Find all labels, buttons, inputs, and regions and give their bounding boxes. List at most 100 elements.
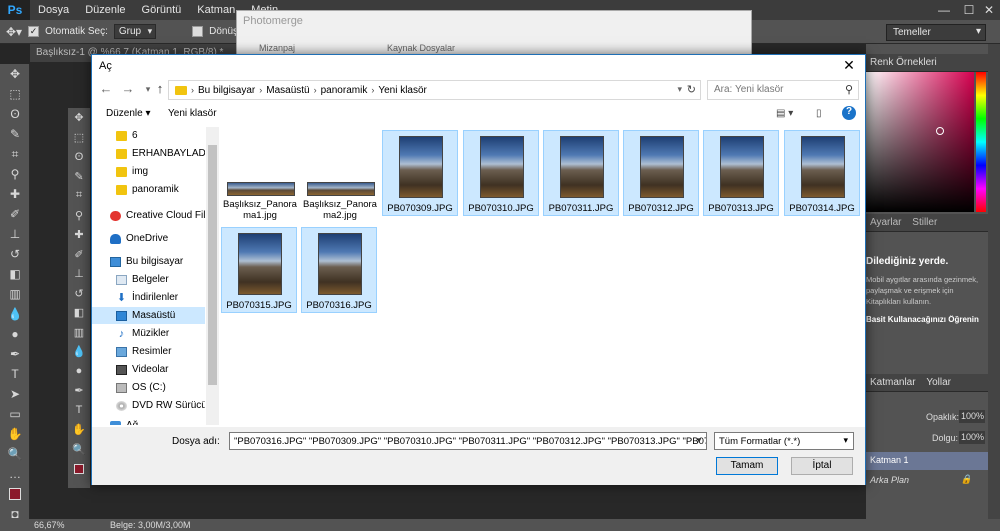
file-item-panorama2[interactable]: Başlıksız_Panora ma2.jpg <box>303 130 379 221</box>
menu-edit[interactable]: Düzenle <box>77 4 133 16</box>
lasso-tool-icon[interactable]: ʘ <box>0 104 30 124</box>
preview-pane-icon[interactable]: ▯ <box>816 108 822 119</box>
sidebar-item-videos[interactable]: Videolar <box>92 361 205 378</box>
menu-file[interactable]: Dosya <box>30 4 77 16</box>
sidebar-item-dvd[interactable]: DVD RW Sürücüs <box>92 397 205 414</box>
sidebar-item-panoramik[interactable]: panoramik <box>92 181 205 198</box>
file-item[interactable]: PB070310.JPG <box>463 130 539 216</box>
marquee-tool-icon[interactable]: ⬚ <box>68 128 90 148</box>
forward-arrow-icon[interactable]: → <box>120 81 136 99</box>
shape-tool-icon[interactable]: ▭ <box>0 404 30 424</box>
workspace-dropdown[interactable]: Temeller <box>886 24 986 41</box>
view-options-icon[interactable]: ▤ ▾ <box>776 108 793 119</box>
hand-tool-icon[interactable]: ✋ <box>0 424 30 444</box>
sidebar-item-network[interactable]: Ağ <box>92 417 205 425</box>
library-link[interactable]: Basit Kullanacağınızı Öğrenin <box>866 315 986 324</box>
crop-tool-icon[interactable]: ⌗ <box>0 144 30 164</box>
history-brush-icon[interactable]: ↺ <box>68 284 90 304</box>
stamp-tool-icon[interactable]: ⊥ <box>0 224 30 244</box>
eraser-tool-icon[interactable]: ◧ <box>0 264 30 284</box>
close-icon[interactable]: ✕ <box>975 0 1000 20</box>
menu-image[interactable]: Görüntü <box>134 4 190 16</box>
sidebar-item-creative-cloud[interactable]: Creative Cloud Fil <box>92 207 205 224</box>
hue-slider[interactable] <box>976 72 986 212</box>
auto-select-dropdown[interactable]: Grup <box>113 24 157 39</box>
more-tools-icon[interactable]: … <box>0 464 30 484</box>
sidebar-scrollbar[interactable] <box>206 127 219 425</box>
file-item[interactable]: PB070309.JPG <box>382 130 458 216</box>
sidebar-item-img[interactable]: img <box>92 163 205 180</box>
sidebar-item-6[interactable]: 6 <box>92 127 205 144</box>
path-select-icon[interactable]: ➤ <box>0 384 30 404</box>
swatches-tab[interactable]: Renk Örnekleri <box>866 54 1000 72</box>
sidebar-item-onedrive[interactable]: OneDrive <box>92 230 205 247</box>
lasso-tool-icon[interactable]: ʘ <box>68 147 90 167</box>
fill-input[interactable]: 100% <box>959 431 985 444</box>
breadcrumb-new-folder[interactable]: Yeni klasör <box>374 85 431 96</box>
sidebar-item-os-c[interactable]: OS (C:) <box>92 379 205 396</box>
sidebar-item-pictures[interactable]: Resimler <box>92 343 205 360</box>
minimize-icon[interactable]: — <box>930 0 958 20</box>
opacity-input[interactable]: 100% <box>959 410 985 423</box>
layer-row-1[interactable]: Katman 1 <box>866 452 990 470</box>
chevron-down-icon[interactable]: ▾ <box>691 432 707 450</box>
up-arrow-icon[interactable]: ↑ <box>152 81 168 99</box>
help-icon[interactable]: ? <box>842 106 856 120</box>
eyedropper-icon[interactable]: ⚲ <box>68 206 90 226</box>
crop-tool-icon[interactable]: ⌗ <box>68 186 90 206</box>
brush-tool-icon[interactable]: ✐ <box>0 204 30 224</box>
file-item[interactable]: PB070313.JPG <box>703 130 779 216</box>
stamp-tool-icon[interactable]: ⊥ <box>68 264 90 284</box>
blur-tool-icon[interactable]: 💧 <box>68 342 90 362</box>
sidebar-item-music[interactable]: ♪ Müzikler <box>92 325 205 342</box>
file-item[interactable]: PB070316.JPG <box>301 227 377 313</box>
open-button[interactable]: Tamam <box>716 457 778 475</box>
zoom-tool-icon[interactable]: 🔍 <box>0 444 30 464</box>
refresh-icon[interactable]: ↻ <box>687 83 696 96</box>
auto-select-checkbox[interactable]: ✓ <box>28 26 40 37</box>
organize-button[interactable]: Düzenle ▾ <box>106 108 151 119</box>
color-swatch-icon[interactable] <box>0 484 30 504</box>
sidebar-item-desktop[interactable]: Masaüstü <box>92 307 205 324</box>
address-bar[interactable]: › Bu bilgisayar › Masaüstü › panoramik ›… <box>168 80 701 100</box>
chevron-down-icon[interactable]: ▾ <box>677 84 682 95</box>
type-tool-icon[interactable]: T <box>0 364 30 384</box>
scrollbar-thumb[interactable] <box>208 145 217 385</box>
move-tool-icon[interactable]: ✥ <box>0 64 30 84</box>
file-item[interactable]: PB070314.JPG <box>784 130 860 216</box>
type-tool-icon[interactable]: T <box>68 401 90 421</box>
gradient-tool-icon[interactable]: ▥ <box>0 284 30 304</box>
brush-tool-icon[interactable]: ✐ <box>68 245 90 265</box>
file-item[interactable]: PB070312.JPG <box>623 130 699 216</box>
pen-tool-icon[interactable]: ✒ <box>0 344 30 364</box>
move-tool-icon[interactable]: ✥▾ <box>6 25 22 39</box>
dodge-tool-icon[interactable]: ● <box>0 324 30 344</box>
healing-brush-icon[interactable]: ✚ <box>68 225 90 245</box>
cancel-button[interactable]: İptal <box>791 457 853 475</box>
zoom-level[interactable]: 66,67% <box>34 520 65 530</box>
breadcrumb-desktop[interactable]: Masaüstü <box>262 85 313 96</box>
color-picker[interactable] <box>866 72 974 212</box>
sidebar-item-erhanbayladi[interactable]: ERHANBAYLADI <box>92 145 205 162</box>
search-input[interactable]: Ara: Yeni klasör ⚲ <box>707 80 859 100</box>
color-swatch-icon[interactable] <box>68 459 90 479</box>
history-brush-icon[interactable]: ↺ <box>0 244 30 264</box>
paths-tab[interactable]: Yollar <box>926 377 951 388</box>
layers-tabs[interactable]: Katmanlar Yollar <box>866 374 1000 392</box>
filename-input[interactable]: "PB070316.JPG" "PB070309.JPG" "PB070310.… <box>229 432 707 450</box>
layers-tab[interactable]: Katmanlar <box>870 377 916 388</box>
gradient-tool-icon[interactable]: ▥ <box>68 323 90 343</box>
breadcrumb-panoramik[interactable]: panoramik <box>317 85 372 96</box>
file-type-dropdown[interactable]: Tüm Formatlar (*.*) <box>714 432 854 450</box>
sidebar-item-this-pc[interactable]: Bu bilgisayar <box>92 253 205 270</box>
zoom-tool-icon[interactable]: 🔍 <box>68 440 90 460</box>
file-item[interactable]: PB070315.JPG <box>221 227 297 313</box>
file-item-panorama1[interactable]: Başlıksız_Panora ma1.jpg <box>223 130 299 221</box>
adjustments-styles-tabs[interactable]: Ayarlar Stiller <box>866 214 1000 232</box>
healing-brush-icon[interactable]: ✚ <box>0 184 30 204</box>
styles-tab[interactable]: Stiller <box>912 217 937 228</box>
new-folder-button[interactable]: Yeni klasör <box>168 108 217 119</box>
adjustments-tab[interactable]: Ayarlar <box>870 217 902 228</box>
pen-tool-icon[interactable]: ✒ <box>68 381 90 401</box>
blur-tool-icon[interactable]: 💧 <box>0 304 30 324</box>
